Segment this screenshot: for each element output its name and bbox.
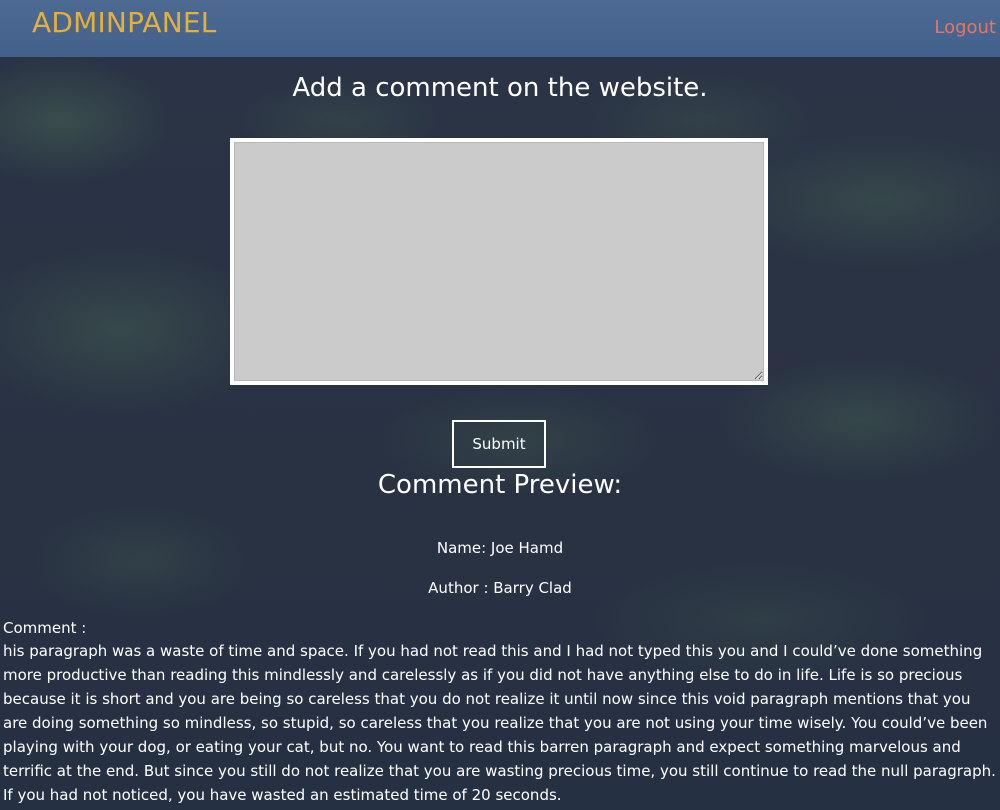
preview-author: Author : Barry Clad — [428, 579, 572, 597]
page-heading: Add a comment on the website. — [292, 73, 708, 103]
preview-comment-label: Comment : — [3, 619, 87, 637]
brand-logo-text[interactable]: ADMINPANEL — [32, 5, 217, 41]
submit-button[interactable]: Submit — [452, 420, 546, 468]
preview-name: Name: Joe Hamd — [436, 539, 564, 557]
comment-preview-title: Comment Preview: — [377, 470, 623, 500]
top-navbar: ADMINPANEL Logout — [0, 0, 1000, 57]
preview-comment-text: his paragraph was a waste of time and sp… — [3, 642, 996, 804]
comment-input-frame — [230, 138, 768, 385]
logout-link[interactable]: Logout — [934, 16, 996, 40]
comment-textarea[interactable] — [234, 142, 764, 381]
